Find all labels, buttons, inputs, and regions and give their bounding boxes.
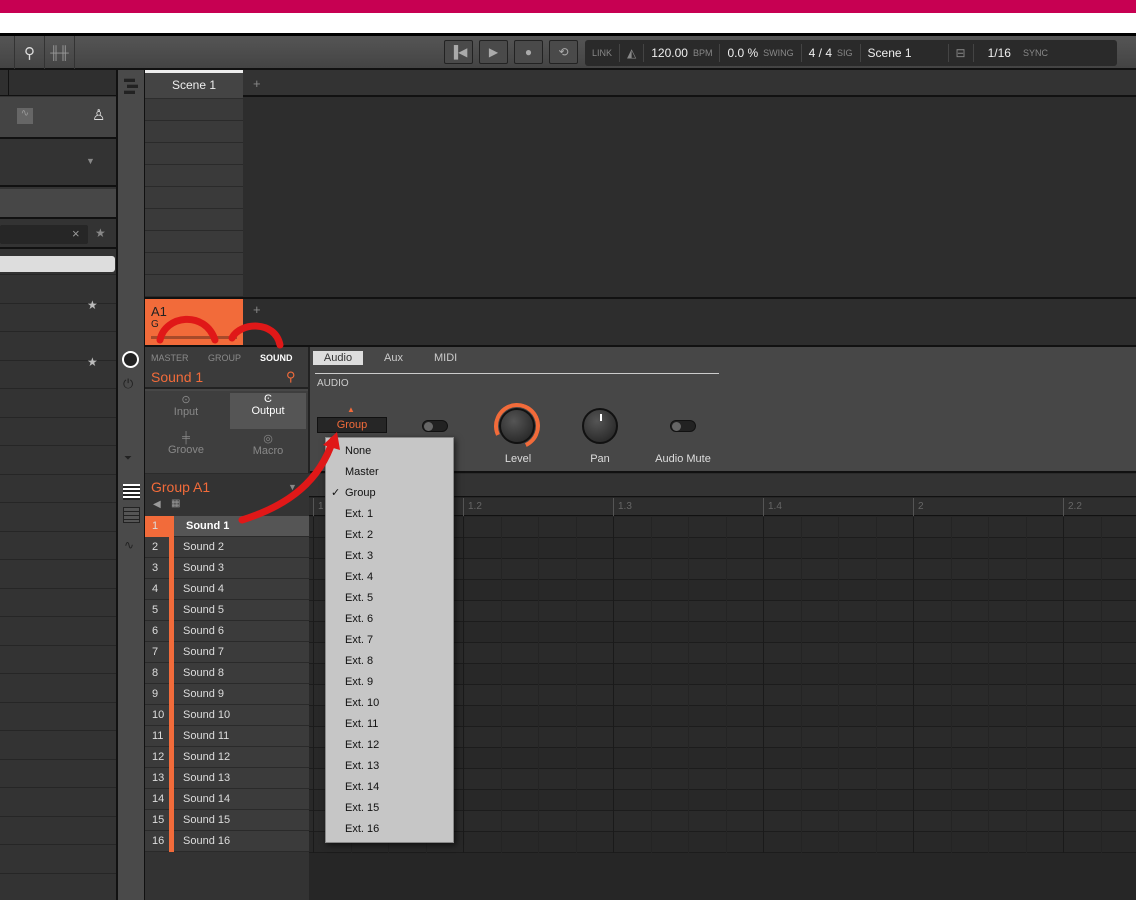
annotation-arrowhead [323, 432, 340, 450]
annotation-arrows [156, 315, 340, 524]
annotation-arrow-1 [156, 315, 219, 344]
annotation-arrow-2 [228, 322, 284, 349]
annotation-arrow-3 [238, 436, 337, 524]
